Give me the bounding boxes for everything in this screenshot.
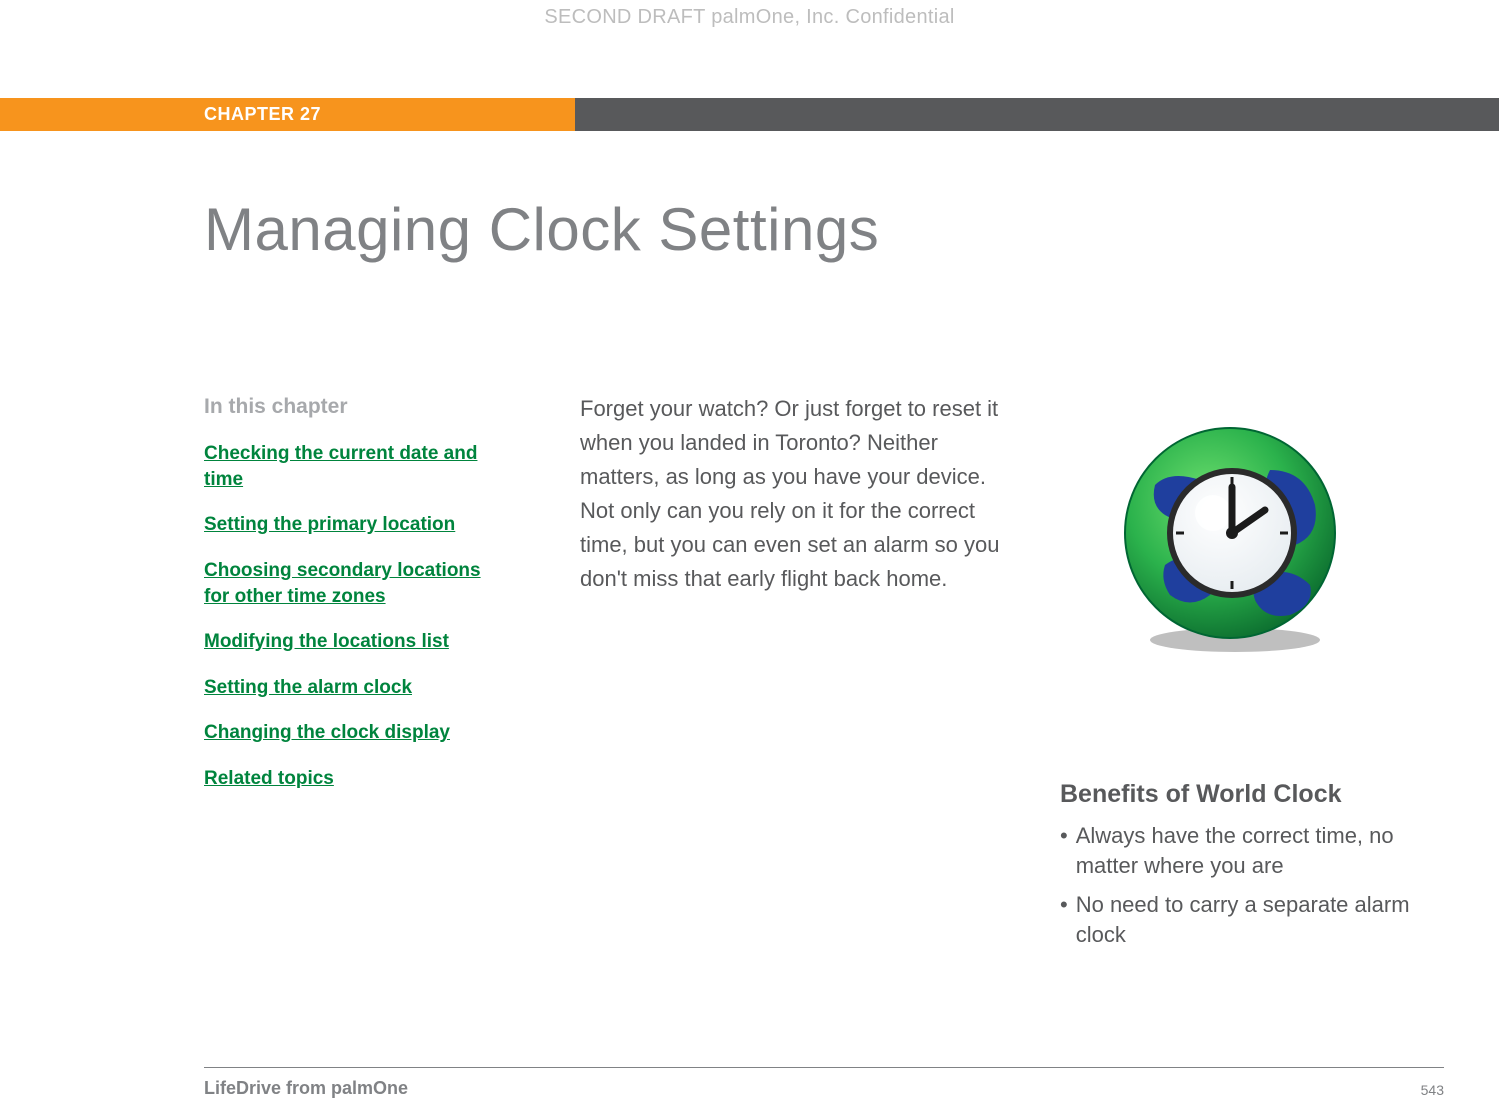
footer-divider [204,1067,1444,1068]
chapter-bar: CHAPTER 27 [0,98,1499,131]
chapter-label: CHAPTER 27 [204,104,321,125]
benefits-title: Benefits of World Clock [1060,780,1460,809]
benefit-item: • No need to carry a separate alarm cloc… [1060,890,1460,949]
intro-paragraph: Forget your watch? Or just forget to res… [580,392,1010,597]
footer-page-number: 543 [1421,1082,1444,1098]
toc-link-primary-location[interactable]: Setting the primary location [204,512,484,538]
benefit-text: Always have the correct time, no matter … [1076,821,1460,880]
toc-link-clock-display[interactable]: Changing the clock display [204,720,484,746]
toc-link-modifying-locations[interactable]: Modifying the locations list [204,629,484,655]
world-clock-icon [1110,415,1350,655]
toc-sidebar: In this chapter Checking the current dat… [204,395,484,812]
benefit-item: • Always have the correct time, no matte… [1060,821,1460,880]
footer-product-name: LifeDrive from palmOne [204,1078,408,1099]
benefits-section: Benefits of World Clock • Always have th… [1060,780,1460,960]
benefit-text: No need to carry a separate alarm clock [1076,890,1460,949]
bullet-icon: • [1060,821,1068,880]
toc-link-related-topics[interactable]: Related topics [204,766,484,792]
chapter-tab: CHAPTER 27 [0,98,575,131]
watermark-text: SECOND DRAFT palmOne, Inc. Confidential [0,6,1499,29]
bullet-icon: • [1060,890,1068,949]
toc-link-secondary-locations[interactable]: Choosing secondary locations for other t… [204,558,484,609]
page-title: Managing Clock Settings [204,195,879,264]
toc-link-checking-date-time[interactable]: Checking the current date and time [204,441,484,492]
toc-heading: In this chapter [204,395,484,419]
toc-link-alarm-clock[interactable]: Setting the alarm clock [204,675,484,701]
